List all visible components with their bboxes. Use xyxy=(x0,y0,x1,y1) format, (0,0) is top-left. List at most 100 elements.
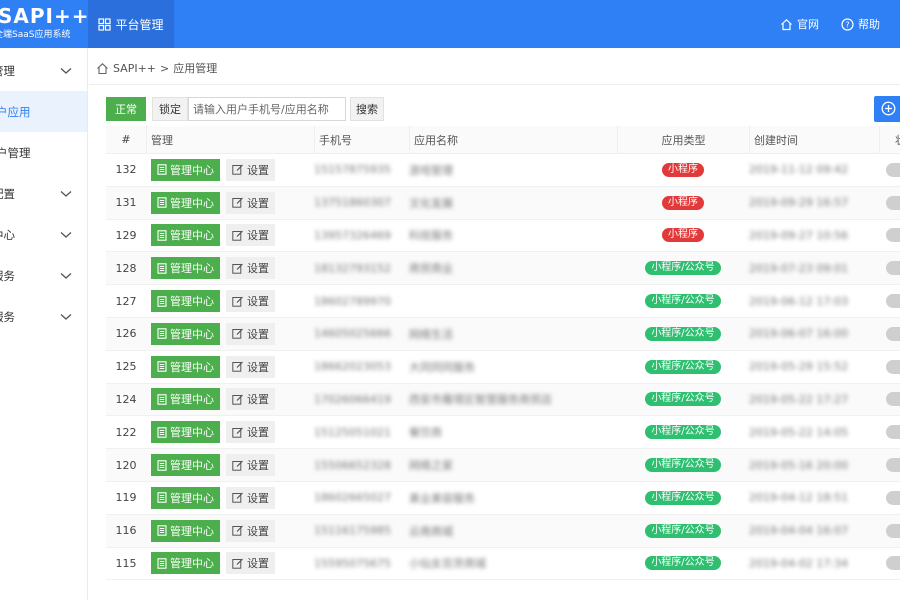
settings-label: 设置 xyxy=(247,262,269,276)
manage-center-button[interactable]: 管理中心 xyxy=(151,552,220,575)
sidebar-item-manage[interactable]: 管理 xyxy=(0,50,87,91)
status-toggle[interactable] xyxy=(886,458,900,473)
manage-center-button[interactable]: 管理中心 xyxy=(151,191,220,214)
th-phone: 手机号 xyxy=(314,125,409,154)
status-toggle[interactable] xyxy=(886,523,900,538)
status-toggle[interactable] xyxy=(886,359,900,374)
sidebar-item-label: 户管理 xyxy=(0,145,31,160)
settings-button[interactable]: 设置 xyxy=(226,552,275,575)
row-created-at: 2019-06-12 17:03 xyxy=(749,294,849,308)
manage-center-button[interactable]: 管理中心 xyxy=(151,388,220,411)
row-actions: 管理中心 设置 xyxy=(146,355,314,378)
settings-button[interactable]: 设置 xyxy=(226,322,275,345)
sidebar-item-center[interactable]: 中心 xyxy=(0,214,87,255)
th-type: 应用类型 xyxy=(617,125,749,154)
table-row: 124 管理中心 设置 17026066419 西安市雁塔区智慧服务商贸店 小程… xyxy=(106,383,900,417)
manage-center-button[interactable]: 管理中心 xyxy=(151,519,220,542)
settings-button[interactable]: 设置 xyxy=(226,224,275,247)
row-actions: 管理中心 设置 xyxy=(146,388,314,411)
manage-center-button[interactable]: 管理中心 xyxy=(151,158,220,181)
app-type-badge: 小程序/公众号 xyxy=(645,523,721,538)
row-actions: 管理中心 设置 xyxy=(146,454,314,477)
status-toggle[interactable] xyxy=(886,326,900,341)
status-toggle[interactable] xyxy=(886,556,900,571)
status-normal-button[interactable]: 正常 xyxy=(106,97,146,121)
search-input[interactable] xyxy=(188,97,346,121)
status-toggle[interactable] xyxy=(886,162,900,177)
manage-center-button[interactable]: 管理中心 xyxy=(151,486,220,509)
status-toggle[interactable] xyxy=(886,392,900,407)
settings-button[interactable]: 设置 xyxy=(226,388,275,411)
table-row: 129 管理中心 设置 13957326469 科技服务 小程序 2019-09… xyxy=(106,220,900,253)
manage-center-button[interactable]: 管理中心 xyxy=(151,421,220,444)
sidebar: 管理 户应用 户管理 配置 中心 服务 服务 xyxy=(0,48,88,600)
status-toggle[interactable] xyxy=(886,228,900,243)
app-type-badge: 小程序/公众号 xyxy=(645,556,721,571)
sidebar-item-user-manage[interactable]: 户管理 xyxy=(0,132,87,173)
manage-center-button[interactable]: 管理中心 xyxy=(151,454,220,477)
row-app-name: 网络生活 xyxy=(409,327,453,341)
settings-button[interactable]: 设置 xyxy=(226,191,275,214)
table-body: 132 管理中心 设置 15157875935 游戏管理 小程序 2019-11… xyxy=(106,154,900,581)
manage-center-button[interactable]: 管理中心 xyxy=(151,224,220,247)
app-type-badge: 小程序/公众号 xyxy=(645,359,721,374)
row-phone: 15506652328 xyxy=(314,458,391,472)
manage-center-button[interactable]: 管理中心 xyxy=(151,355,220,378)
settings-button[interactable]: 设置 xyxy=(226,158,275,181)
row-created-at: 2019-04-02 17:34 xyxy=(749,556,849,570)
document-icon xyxy=(157,263,167,274)
manage-center-button[interactable]: 管理中心 xyxy=(151,290,220,313)
add-app-button[interactable] xyxy=(874,96,900,122)
sidebar-item-config[interactable]: 配置 xyxy=(0,173,87,214)
row-app-name: 西安市雁塔区智慧服务商贸店 xyxy=(409,393,552,407)
app-type-badge: 小程序/公众号 xyxy=(645,425,721,440)
row-phone: 18602665027 xyxy=(314,491,391,505)
official-label: 官网 xyxy=(797,18,819,31)
settings-button[interactable]: 设置 xyxy=(226,486,275,509)
status-toggle[interactable] xyxy=(886,261,900,276)
divider xyxy=(89,84,900,85)
status-toggle[interactable] xyxy=(886,490,900,505)
settings-label: 设置 xyxy=(247,360,269,374)
table-row: 116 管理中心 设置 15116175985 云南商城 小程序/公众号 201… xyxy=(106,514,900,548)
manage-center-button[interactable]: 管理中心 xyxy=(151,257,220,280)
status-toggle[interactable] xyxy=(886,425,900,440)
home-icon[interactable] xyxy=(96,62,109,75)
row-created-at: 2019-09-29 16:57 xyxy=(749,196,849,210)
status-toggle[interactable] xyxy=(886,294,900,309)
breadcrumb: SAPI++ > 应用管理 xyxy=(96,60,217,76)
settings-button[interactable]: 设置 xyxy=(226,519,275,542)
logo[interactable]: SAPI++ 全端SaaS应用系统 xyxy=(0,0,88,48)
breadcrumb-current: 应用管理 xyxy=(173,62,218,75)
help-link[interactable]: ? 帮助 xyxy=(841,16,880,32)
sidebar-item-service-2[interactable]: 服务 xyxy=(0,296,87,337)
document-icon xyxy=(157,558,167,569)
sidebar-item-user-apps[interactable]: 户应用 xyxy=(0,91,87,132)
settings-label: 设置 xyxy=(247,229,269,243)
row-phone: 13751860307 xyxy=(314,196,391,210)
th-date: 创建时间 xyxy=(749,125,879,154)
row-actions: 管理中心 设置 xyxy=(146,519,314,542)
th-id: # xyxy=(121,133,131,146)
breadcrumb-home[interactable]: SAPI++ xyxy=(113,62,156,75)
table-row: 131 管理中心 设置 13751860307 文化发展 小程序 2019-09… xyxy=(106,186,900,220)
settings-button[interactable]: 设置 xyxy=(226,355,275,378)
edit-icon xyxy=(232,197,244,208)
search-button[interactable]: 搜索 xyxy=(350,97,384,121)
official-link[interactable]: 官网 xyxy=(780,16,819,32)
settings-button[interactable]: 设置 xyxy=(226,290,275,313)
status-toggle[interactable] xyxy=(886,195,900,210)
row-phone: 15157875935 xyxy=(314,163,391,177)
table-row: 122 管理中心 设置 15125051021 餐饮商 小程序/公众号 2019… xyxy=(106,416,900,450)
row-actions: 管理中心 设置 xyxy=(146,257,314,280)
settings-button[interactable]: 设置 xyxy=(226,421,275,444)
status-lock-button[interactable]: 锁定 xyxy=(152,97,188,121)
settings-button[interactable]: 设置 xyxy=(226,257,275,280)
sidebar-item-service-1[interactable]: 服务 xyxy=(0,255,87,296)
settings-button[interactable]: 设置 xyxy=(226,454,275,477)
row-created-at: 2019-05-22 14:05 xyxy=(749,425,849,439)
app-type-badge: 小程序/公众号 xyxy=(645,392,721,407)
row-app-name: 商贸商业 xyxy=(409,262,453,276)
manage-center-button[interactable]: 管理中心 xyxy=(151,322,220,345)
nav-tab-platform[interactable]: 平台管理 xyxy=(88,0,174,48)
